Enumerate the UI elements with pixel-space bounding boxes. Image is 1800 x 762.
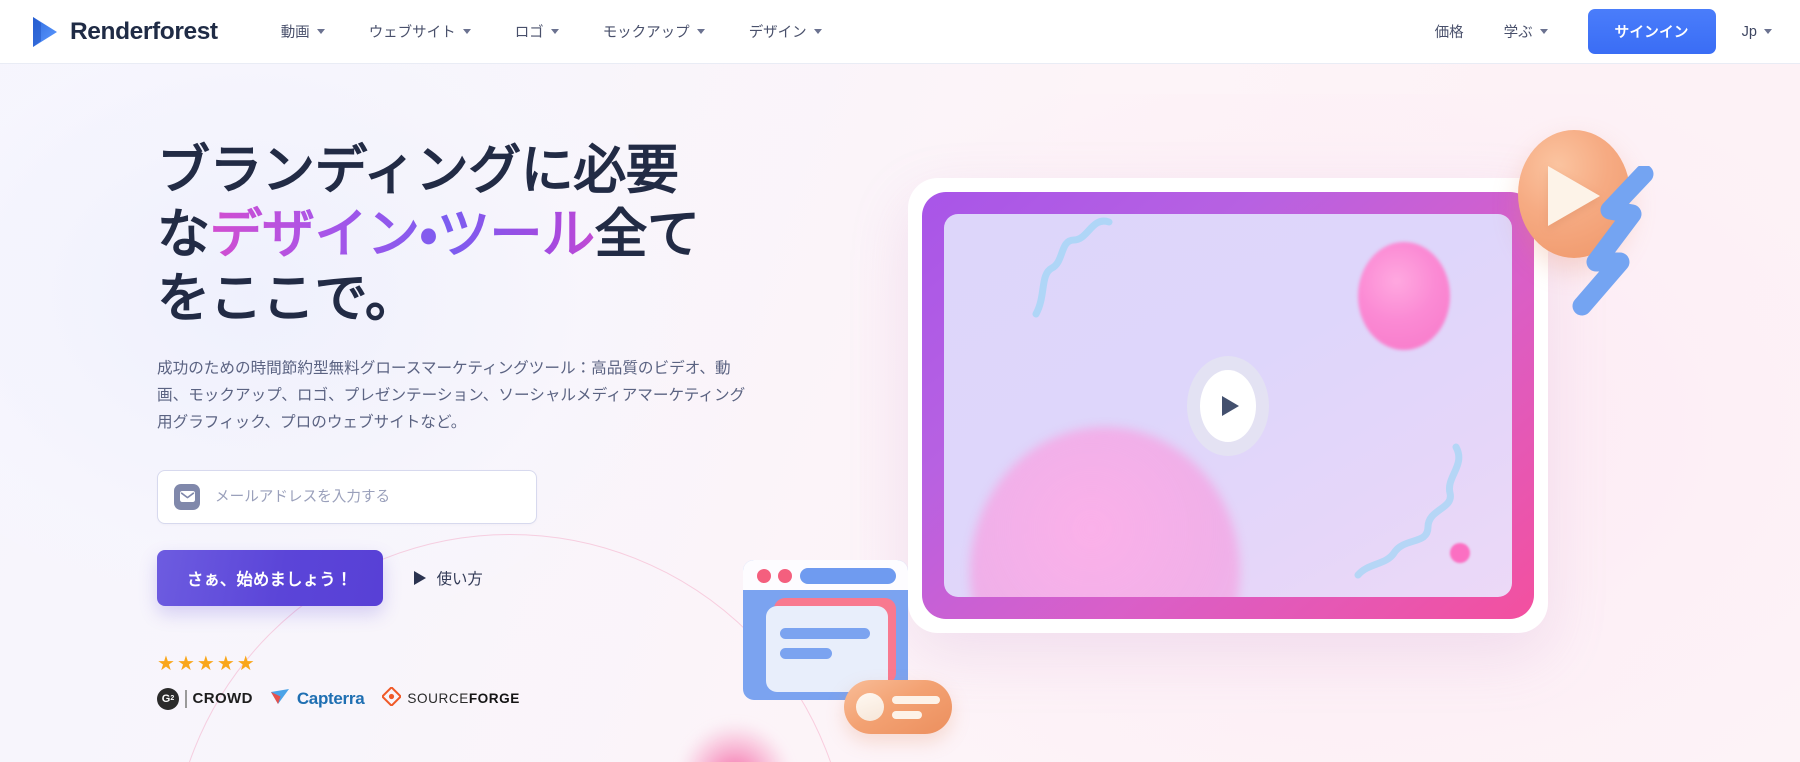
email-signup-row	[157, 469, 760, 524]
email-input[interactable]	[215, 488, 520, 505]
get-started-button[interactable]: さぁ、始めましょう！	[157, 549, 383, 606]
squiggle-decoration-icon	[1354, 443, 1463, 579]
chevron-down-icon	[316, 29, 325, 34]
headline-highlight: デザイン・ツール	[209, 205, 596, 265]
nav-item-label: 価格	[1434, 25, 1464, 41]
how-it-works-link[interactable]: 使い方	[413, 567, 483, 589]
pink-blob-top-right	[1358, 242, 1450, 350]
pink-blob-bottom-left	[970, 427, 1240, 597]
chevron-down-icon	[550, 29, 559, 34]
nav-item-design[interactable]: デザイン	[749, 13, 822, 50]
sourceforge-badge[interactable]: SOURCEFORGE	[381, 685, 520, 711]
nav-item-learn[interactable]: 学ぶ	[1504, 13, 1548, 50]
play-icon	[413, 570, 426, 585]
star-icon: ★	[176, 652, 195, 675]
lightning-bolt-icon	[1572, 166, 1654, 316]
envelope-icon	[174, 483, 200, 510]
chevron-down-icon	[462, 29, 471, 34]
brand-logo[interactable]: Renderforest	[30, 15, 218, 49]
capterra-arrow-icon	[270, 688, 291, 710]
sourceforge-label: SOURCEFORGE	[407, 691, 520, 706]
review-badges: G2 CROWD Capterra SOURCEFORGE	[157, 685, 760, 711]
page-root: Renderforest 動画 ウェブサイト ロゴ モックアップ デザイン 価格…	[0, 0, 1800, 762]
sourceforge-label-light: SOURCE	[407, 691, 469, 707]
nav-item-videos[interactable]: 動画	[281, 13, 325, 50]
nav-item-mockup[interactable]: モックアップ	[603, 13, 705, 50]
page-title: ブランディングに必要なデザイン・ツール全てをここで。	[157, 139, 717, 331]
g2-crowd-badge[interactable]: G2 CROWD	[157, 687, 253, 710]
pill-line	[892, 696, 940, 704]
play-badge-3d-icon	[1518, 130, 1654, 316]
hero-section: ブランディングに必要なデザイン・ツール全てをここで。 成功のための時間節約型無料…	[0, 64, 1800, 762]
trust-block: ★ ★ ★ ★ ★ G2 CROWD Capterra SOURCEFORGE	[157, 654, 760, 711]
play-triangle-logo-icon	[30, 15, 60, 49]
pill-line	[892, 711, 922, 719]
primary-nav-links: 動画 ウェブサイト ロゴ モックアップ デザイン	[281, 13, 822, 50]
email-input-wrapper[interactable]	[157, 469, 537, 524]
chevron-down-icon	[813, 29, 822, 34]
chevron-down-icon	[696, 29, 705, 34]
nav-item-pricing[interactable]: 価格	[1435, 13, 1464, 50]
top-navigation-bar: Renderforest 動画 ウェブサイト ロゴ モックアップ デザイン 価格…	[0, 0, 1800, 64]
squiggle-decoration-icon	[1032, 217, 1113, 318]
hero-copy-column: ブランディングに必要なデザイン・ツール全てをここで。 成功のための時間節約型無料…	[0, 64, 760, 762]
brand-name: Renderforest	[70, 17, 218, 45]
profile-pill-icon	[844, 680, 952, 734]
g2-logo-icon: G2	[157, 687, 179, 710]
play-triangle-icon	[1222, 395, 1239, 416]
pill-avatar	[856, 693, 884, 721]
sign-in-button[interactable]: サインイン	[1587, 9, 1716, 54]
nav-item-label: 学ぶ	[1503, 25, 1533, 41]
sourceforge-label-bold: FORGE	[468, 691, 520, 707]
secondary-nav-links: 価格 学ぶ サインイン Jp	[1435, 9, 1772, 54]
browser-window-icon	[738, 550, 958, 740]
language-label: Jp	[1741, 23, 1757, 40]
nav-item-label: デザイン	[748, 25, 807, 41]
play-button-inner	[1200, 369, 1256, 442]
star-icon: ★	[236, 652, 255, 675]
star-icon: ★	[216, 652, 235, 675]
star-icon: ★	[157, 652, 175, 675]
video-preview-canvas[interactable]	[944, 214, 1512, 597]
nav-item-label: ロゴ	[514, 25, 544, 41]
chevron-down-icon	[1764, 29, 1772, 34]
nav-item-logo[interactable]: ロゴ	[515, 13, 559, 50]
g2-superscript: 2	[170, 695, 175, 703]
capterra-label: Capterra	[296, 688, 365, 708]
star-icon: ★	[196, 652, 215, 675]
hero-subtitle: 成功のための時間節約型無料グロースマーケティングツール：高品質のビデオ、動画、モ…	[157, 360, 746, 431]
g2-crowd-label: CROWD	[192, 690, 253, 708]
chevron-down-icon	[1539, 29, 1548, 34]
nav-item-label: モックアップ	[602, 25, 690, 41]
cta-row: さぁ、始めましょう！ 使い方	[157, 549, 760, 606]
how-it-works-label: 使い方	[436, 570, 483, 588]
nav-item-label: 動画	[280, 25, 310, 41]
nav-item-label: ウェブサイト	[368, 25, 456, 41]
star-rating: ★ ★ ★ ★ ★	[157, 654, 760, 674]
g2-mark: G	[161, 692, 171, 705]
play-button-icon[interactable]	[1187, 355, 1269, 456]
nav-item-website[interactable]: ウェブサイト	[369, 13, 471, 50]
hero-video-illustration	[743, 130, 1654, 734]
divider	[185, 689, 187, 708]
capterra-badge[interactable]: Capterra	[270, 688, 365, 710]
language-selector[interactable]: Jp	[1742, 24, 1772, 40]
sourceforge-diamond-icon	[381, 685, 403, 711]
